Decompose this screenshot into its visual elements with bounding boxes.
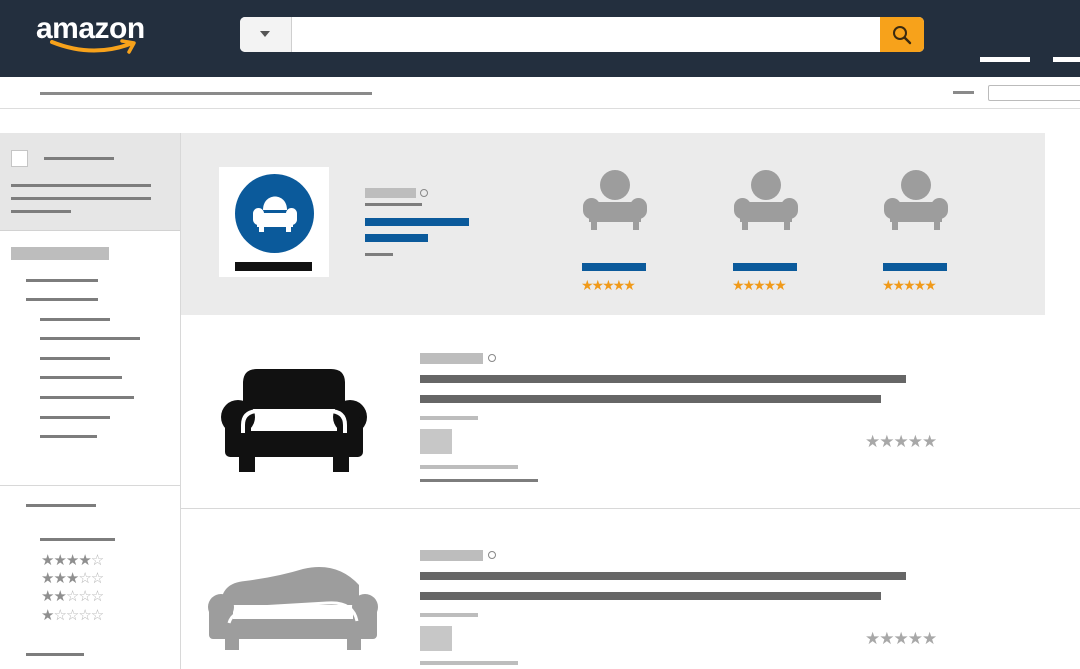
product-title-link[interactable] xyxy=(420,395,881,403)
sofa-icon[interactable] xyxy=(221,367,367,473)
search-button[interactable] xyxy=(880,17,924,52)
armchair-icon xyxy=(734,170,798,230)
results-info-bar xyxy=(0,77,1080,109)
search-bar xyxy=(240,17,924,52)
brand-logo xyxy=(235,174,314,253)
search-result-item: ★★★★★ xyxy=(181,510,1080,669)
chevron-down-icon xyxy=(260,31,270,37)
sponsored-label-placeholder xyxy=(365,188,416,198)
text-placeholder xyxy=(420,416,478,420)
star-outline-icon: ☆☆☆☆ xyxy=(53,607,104,624)
filter-checkbox-label-placeholder xyxy=(44,157,114,160)
text-placeholder xyxy=(365,203,422,206)
badge-placeholder xyxy=(420,626,452,651)
star-outline-icon: ☆☆☆ xyxy=(65,588,104,605)
star-icon: ★★ xyxy=(41,588,67,605)
search-result-item: ★★★★★ xyxy=(181,315,1080,509)
star-outline-icon: ☆ xyxy=(90,552,104,569)
star-icon: ★★★★ xyxy=(41,552,92,569)
product-title-link[interactable] xyxy=(582,263,646,271)
brand-logo-card[interactable] xyxy=(219,167,329,277)
brand-headline-link[interactable] xyxy=(365,218,469,226)
star-rating: ★★★★★ xyxy=(732,277,787,293)
rating-heading-placeholder xyxy=(26,504,96,507)
star-rating[interactable]: ★★★★★ xyxy=(865,630,937,647)
filter-checkbox[interactable] xyxy=(11,150,28,167)
sidebar-divider xyxy=(0,485,180,486)
star-rating: ★★★★★ xyxy=(581,277,636,293)
smile-arrow-icon xyxy=(50,39,136,54)
category-heading-placeholder xyxy=(11,247,109,260)
info-icon[interactable] xyxy=(488,551,496,559)
sponsored-brand-banner: ★★★★★ ★★★★★ ★★★★★ xyxy=(181,133,1045,315)
rating-filter-1-up[interactable]: ★☆☆☆☆ xyxy=(41,607,104,624)
rating-subheading-placeholder xyxy=(40,538,115,541)
text-placeholder xyxy=(11,210,71,213)
text-placeholder xyxy=(365,253,393,256)
text-placeholder xyxy=(420,465,518,469)
amazon-logo[interactable]: amazon xyxy=(36,12,166,58)
rating-filter-4-up[interactable]: ★★★★☆ xyxy=(41,552,104,569)
armchair-icon xyxy=(253,196,297,232)
subcategory-link[interactable] xyxy=(40,396,134,399)
results-count-text-placeholder xyxy=(40,92,372,95)
product-title-link[interactable] xyxy=(733,263,797,271)
brand-name-placeholder xyxy=(235,262,312,271)
text-placeholder xyxy=(420,613,478,617)
shop-brand-link[interactable] xyxy=(365,234,428,242)
account-menu-placeholder[interactable] xyxy=(980,57,1030,62)
sort-dropdown[interactable] xyxy=(988,85,1080,101)
star-rating: ★★★★★ xyxy=(882,277,937,293)
rating-filter-3-up[interactable]: ★★★☆☆ xyxy=(41,570,104,587)
info-icon[interactable] xyxy=(420,189,428,197)
text-placeholder xyxy=(11,184,151,187)
sponsored-label-placeholder xyxy=(420,550,483,561)
filter-heading-placeholder xyxy=(26,653,84,656)
sponsored-label-placeholder xyxy=(420,353,483,364)
filter-sidebar: ★★★★☆ ★★★☆☆ ★★☆☆☆ ★☆☆☆☆ xyxy=(0,133,181,669)
armchair-icon xyxy=(884,170,948,230)
subcategory-link[interactable] xyxy=(40,318,110,321)
subcategory-link[interactable] xyxy=(40,357,110,360)
product-title-link[interactable] xyxy=(420,375,906,383)
search-input[interactable] xyxy=(293,17,880,52)
sponsored-product-card[interactable]: ★★★★★ xyxy=(882,169,963,299)
text-placeholder xyxy=(420,661,518,665)
sort-label-placeholder xyxy=(953,91,974,94)
product-title-link[interactable] xyxy=(420,592,881,600)
star-icon: ★ xyxy=(41,607,54,624)
subcategory-link[interactable] xyxy=(40,376,122,379)
chaise-lounge-icon[interactable] xyxy=(207,565,379,651)
search-icon xyxy=(893,26,912,45)
armchair-icon xyxy=(583,170,647,230)
filter-box xyxy=(0,133,180,231)
text-placeholder xyxy=(11,197,151,200)
product-title-link[interactable] xyxy=(883,263,947,271)
badge-placeholder xyxy=(420,429,452,454)
category-link[interactable] xyxy=(26,298,98,301)
star-rating[interactable]: ★★★★★ xyxy=(865,433,937,450)
category-link[interactable] xyxy=(26,279,98,282)
rating-filter-2-up[interactable]: ★★☆☆☆ xyxy=(41,588,104,605)
subcategory-link[interactable] xyxy=(40,435,97,438)
search-category-dropdown[interactable] xyxy=(240,17,292,52)
star-icon: ★★★ xyxy=(41,570,79,587)
star-outline-icon: ☆☆ xyxy=(78,570,104,587)
top-nav-bar: amazon xyxy=(0,0,1080,77)
info-icon[interactable] xyxy=(488,354,496,362)
subcategory-link[interactable] xyxy=(40,337,140,340)
price-placeholder xyxy=(420,479,538,482)
cart-placeholder[interactable] xyxy=(1053,57,1080,62)
subcategory-link[interactable] xyxy=(40,416,110,419)
sponsored-product-card[interactable]: ★★★★★ xyxy=(581,169,662,299)
sponsored-product-card[interactable]: ★★★★★ xyxy=(732,169,813,299)
product-title-link[interactable] xyxy=(420,572,906,580)
